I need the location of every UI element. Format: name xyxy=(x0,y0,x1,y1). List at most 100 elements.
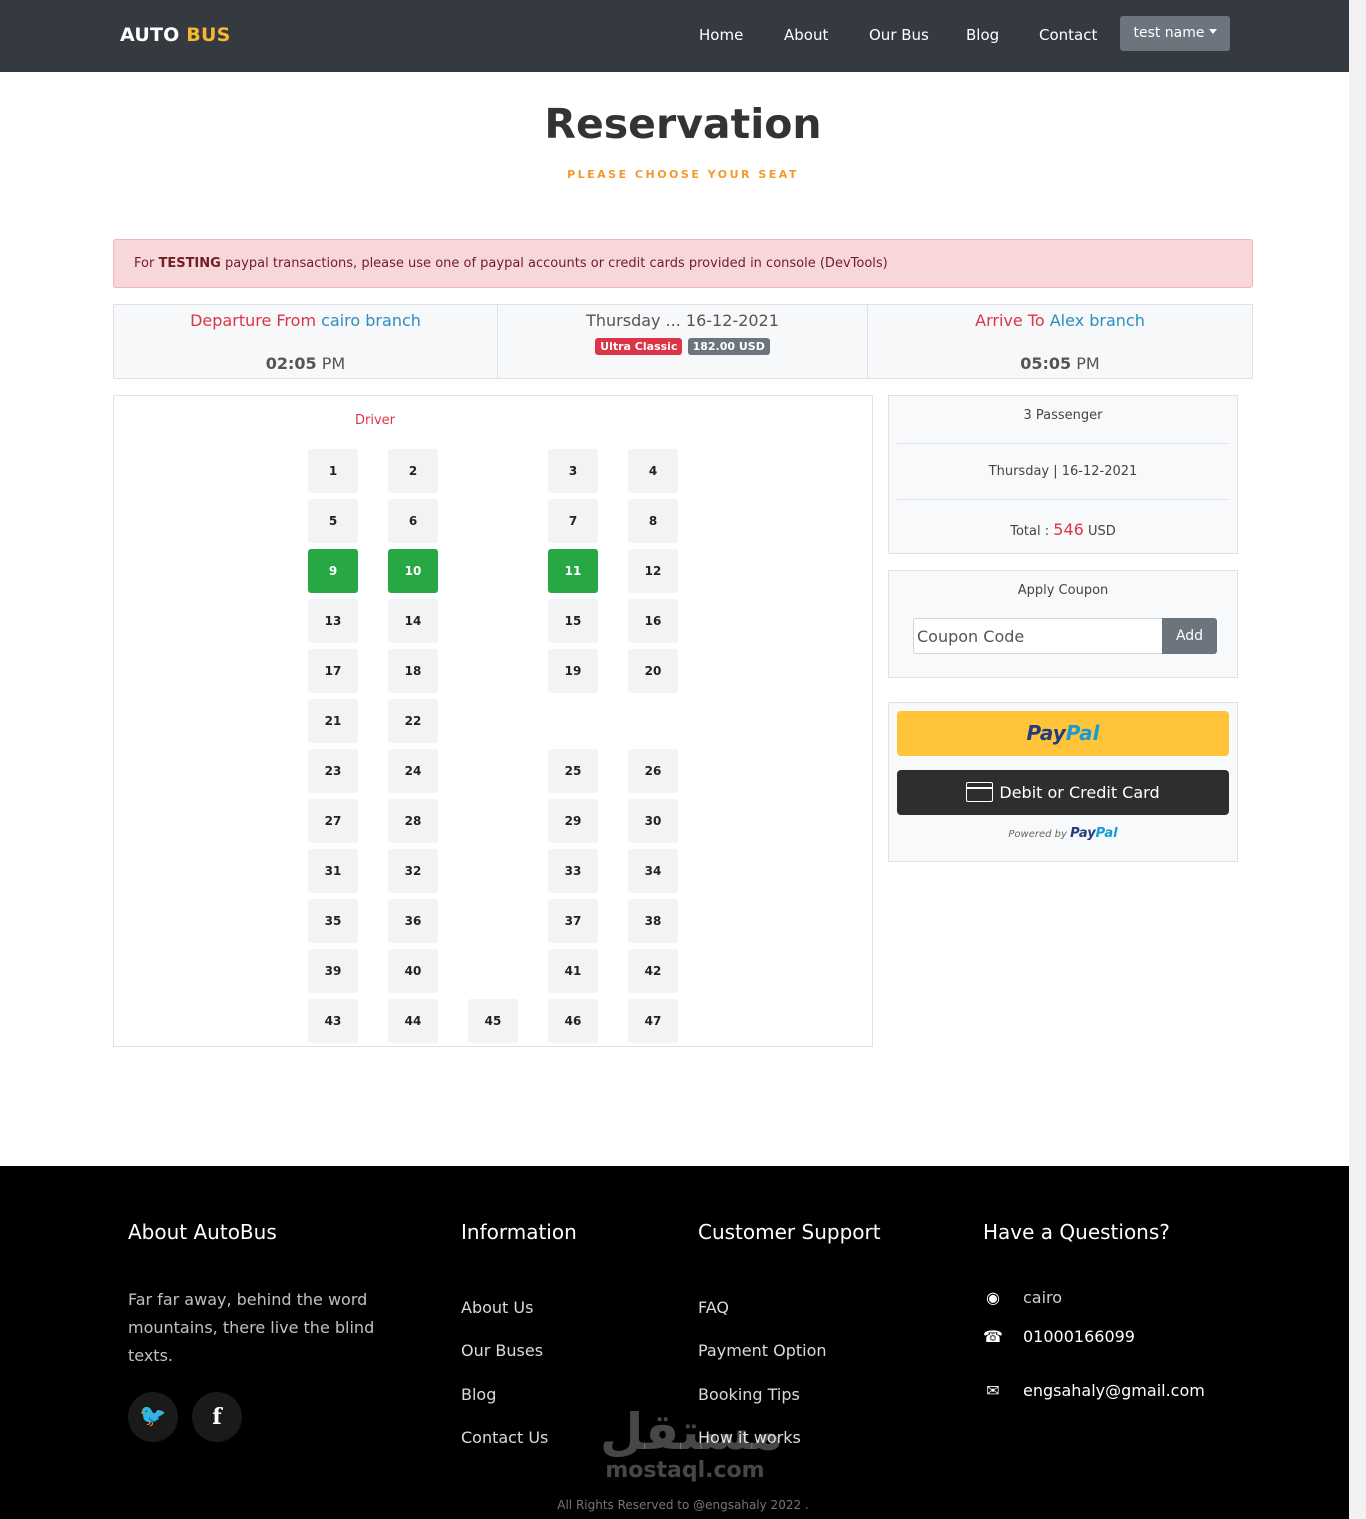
seat-33[interactable]: 33 xyxy=(548,849,598,893)
envelope-icon: ✉ xyxy=(986,1381,1000,1400)
price-badge: 182.00 USD xyxy=(687,338,770,355)
seat-12[interactable]: 12 xyxy=(628,549,678,593)
seat-18[interactable]: 18 xyxy=(388,649,438,693)
total-label: Total : xyxy=(1010,524,1050,539)
phone-icon: ☎ xyxy=(983,1327,1003,1346)
footer-questions-heading: Have a Questions? xyxy=(983,1220,1170,1244)
brand-logo[interactable]: AUTO BUS xyxy=(120,24,231,46)
seat-46[interactable]: 46 xyxy=(548,999,598,1043)
nav-about[interactable]: About xyxy=(784,26,828,44)
seat-7[interactable]: 7 xyxy=(548,499,598,543)
seat-10[interactable]: 10 xyxy=(388,549,438,593)
coupon-title: Apply Coupon xyxy=(1017,583,1109,598)
seat-31[interactable]: 31 xyxy=(308,849,358,893)
seat-47[interactable]: 47 xyxy=(628,999,678,1043)
seat-2[interactable]: 2 xyxy=(388,449,438,493)
powered-brand-pay: Pay xyxy=(1070,826,1096,841)
nav-contact[interactable]: Contact xyxy=(1039,26,1097,44)
seat-27[interactable]: 27 xyxy=(308,799,358,843)
paypal-logo-pal: Pal xyxy=(1065,721,1100,745)
seat-41[interactable]: 41 xyxy=(548,949,598,993)
paypal-logo-pay: Pay xyxy=(1026,721,1066,745)
summary-total: Total : 546 USD xyxy=(897,520,1229,539)
seat-43[interactable]: 43 xyxy=(308,999,358,1043)
seat-37[interactable]: 37 xyxy=(548,899,598,943)
footer-link-about-us[interactable]: About Us xyxy=(461,1298,533,1317)
seat-32[interactable]: 32 xyxy=(388,849,438,893)
seat-17[interactable]: 17 xyxy=(308,649,358,693)
seat-29[interactable]: 29 xyxy=(548,799,598,843)
powered-by-paypal: Powered by PayPal xyxy=(889,826,1237,841)
departure-branch: cairo branch xyxy=(321,311,421,330)
seat-39[interactable]: 39 xyxy=(308,949,358,993)
facebook-icon[interactable]: f xyxy=(192,1392,242,1442)
alert-prefix: For xyxy=(134,256,155,271)
seat-38[interactable]: 38 xyxy=(628,899,678,943)
departure-period: PM xyxy=(321,354,346,373)
footer-link-our-buses[interactable]: Our Buses xyxy=(461,1341,543,1360)
page-title: Reservation xyxy=(544,100,822,148)
seat-9[interactable]: 9 xyxy=(308,549,358,593)
watermark-latin: mostaql.com xyxy=(605,1458,765,1483)
seat-16[interactable]: 16 xyxy=(628,599,678,643)
footer: About AutoBus Far far away, behind the w… xyxy=(0,1166,1366,1519)
page-scrollbar[interactable] xyxy=(1349,0,1366,1519)
seat-21[interactable]: 21 xyxy=(308,699,358,743)
seat-11[interactable]: 11 xyxy=(548,549,598,593)
seat-3[interactable]: 3 xyxy=(548,449,598,493)
arrival-time: 05:05 xyxy=(1020,354,1072,373)
footer-email[interactable]: engsahaly@gmail.com xyxy=(1023,1381,1205,1400)
user-dropdown-button[interactable]: test name xyxy=(1120,16,1230,51)
footer-link-booking-tips[interactable]: Booking Tips xyxy=(698,1385,800,1404)
seat-26[interactable]: 26 xyxy=(628,749,678,793)
paypal-button[interactable]: PayPal xyxy=(897,711,1229,756)
seat-44[interactable]: 44 xyxy=(388,999,438,1043)
footer-link-blog[interactable]: Blog xyxy=(461,1385,496,1404)
nav-blog[interactable]: Blog xyxy=(966,26,999,44)
seat-36[interactable]: 36 xyxy=(388,899,438,943)
alert-bold: TESTING xyxy=(158,256,221,271)
summary-date: Thursday | 16-12-2021 xyxy=(988,464,1138,479)
bus-class-badge: Ultra Classic xyxy=(595,338,683,355)
nav-home[interactable]: Home xyxy=(699,26,743,44)
credit-card-icon xyxy=(966,782,994,802)
seat-13[interactable]: 13 xyxy=(308,599,358,643)
seat-34[interactable]: 34 xyxy=(628,849,678,893)
seat-28[interactable]: 28 xyxy=(388,799,438,843)
seat-20[interactable]: 20 xyxy=(628,649,678,693)
seat-25[interactable]: 25 xyxy=(548,749,598,793)
seat-15[interactable]: 15 xyxy=(548,599,598,643)
seat-19[interactable]: 19 xyxy=(548,649,598,693)
seat-35[interactable]: 35 xyxy=(308,899,358,943)
seat-30[interactable]: 30 xyxy=(628,799,678,843)
brand-part-auto: AUTO xyxy=(120,24,180,46)
seat-6[interactable]: 6 xyxy=(388,499,438,543)
coupon-input[interactable] xyxy=(913,618,1163,654)
alert-text: paypal transactions, please use one of p… xyxy=(224,256,888,271)
departure-time: 02:05 xyxy=(265,354,317,373)
twitter-icon[interactable]: 🐦 xyxy=(128,1392,178,1442)
powered-by-text: Powered by xyxy=(1008,829,1067,840)
seat-8[interactable]: 8 xyxy=(628,499,678,543)
seat-40[interactable]: 40 xyxy=(388,949,438,993)
footer-phone[interactable]: 01000166099 xyxy=(1023,1327,1135,1346)
seat-24[interactable]: 24 xyxy=(388,749,438,793)
seat-14[interactable]: 14 xyxy=(388,599,438,643)
arrival-branch: Alex branch xyxy=(1049,311,1145,330)
add-coupon-button[interactable]: Add xyxy=(1162,618,1217,654)
arrival-label: Arrive To xyxy=(975,311,1045,330)
footer-link-contact-us[interactable]: Contact Us xyxy=(461,1428,548,1447)
debit-credit-card-button[interactable]: Debit or Credit Card xyxy=(897,770,1229,815)
seat-42[interactable]: 42 xyxy=(628,949,678,993)
seat-23[interactable]: 23 xyxy=(308,749,358,793)
total-value: 546 xyxy=(1053,520,1084,539)
footer-link-faq[interactable]: FAQ xyxy=(698,1298,729,1317)
seat-22[interactable]: 22 xyxy=(388,699,438,743)
footer-link-payment-option[interactable]: Payment Option xyxy=(698,1341,827,1360)
nav-our-bus[interactable]: Our Bus xyxy=(869,26,929,44)
seat-5[interactable]: 5 xyxy=(308,499,358,543)
trip-date-info: Thursday ... 16-12-2021 Ultra Classic 18… xyxy=(497,304,868,379)
seat-4[interactable]: 4 xyxy=(628,449,678,493)
seat-1[interactable]: 1 xyxy=(308,449,358,493)
seat-45[interactable]: 45 xyxy=(468,999,518,1043)
